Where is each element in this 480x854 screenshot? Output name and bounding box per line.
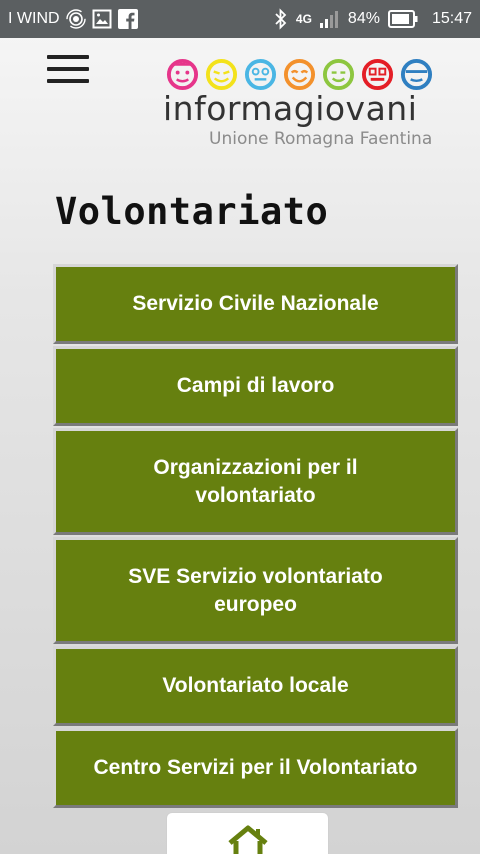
logo-brand: informagiovani — [163, 89, 418, 128]
face-icon — [361, 58, 394, 91]
servizio-civile-button[interactable]: Servizio Civile Nazionale — [53, 264, 458, 344]
network-type-label: 4G — [295, 12, 312, 26]
face-icon — [205, 58, 238, 91]
menu-item-label: Volontariato locale — [162, 674, 349, 697]
campi-di-lavoro-button[interactable]: Campi di lavoro — [53, 346, 458, 426]
menu-item-label: Centro Servizi per il Volontariato — [93, 756, 418, 779]
volunteering-menu: Servizio Civile Nazionale Campi di lavor… — [53, 264, 458, 810]
menu-button[interactable] — [47, 55, 89, 85]
face-icon — [166, 58, 199, 91]
sve-button[interactable]: SVE Servizio volontariato europeo — [53, 537, 458, 644]
facebook-icon — [117, 9, 138, 29]
bluetooth-icon — [274, 8, 288, 30]
status-bar: I WIND 4G 84% 15:47 — [0, 0, 480, 38]
battery-percent: 84% — [347, 10, 380, 27]
face-icon — [400, 58, 433, 91]
centro-servizi-button[interactable]: Centro Servizi per il Volontariato — [53, 728, 458, 808]
organizzazioni-volontariato-button[interactable]: Organizzazioni per il volontariato — [53, 428, 458, 535]
logo-faces — [166, 58, 448, 91]
image-icon — [92, 9, 112, 29]
home-button[interactable] — [166, 812, 329, 854]
face-icon — [283, 58, 316, 91]
menu-item-label: Campi di lavoro — [176, 374, 335, 397]
home-icon — [227, 825, 268, 854]
menu-item-label: Organizzazioni per il volontariato — [153, 455, 358, 507]
clock: 15:47 — [431, 10, 472, 27]
face-icon — [244, 58, 277, 91]
battery-icon — [387, 10, 418, 28]
carrier-label: I WIND — [8, 10, 60, 27]
signal-icon — [319, 10, 340, 28]
volontariato-locale-button[interactable]: Volontariato locale — [53, 646, 458, 726]
informagiovani-logo: informagiovani Unione Romagna Faentina — [163, 58, 448, 158]
page-title: Volontariato — [55, 190, 329, 233]
logo-subtitle: Unione Romagna Faentina — [209, 129, 433, 149]
menu-item-label: SVE Servizio volontariato europeo — [128, 564, 383, 616]
face-icon — [322, 58, 355, 91]
menu-item-label: Servizio Civile Nazionale — [132, 292, 379, 315]
hotspot-icon — [65, 9, 86, 29]
